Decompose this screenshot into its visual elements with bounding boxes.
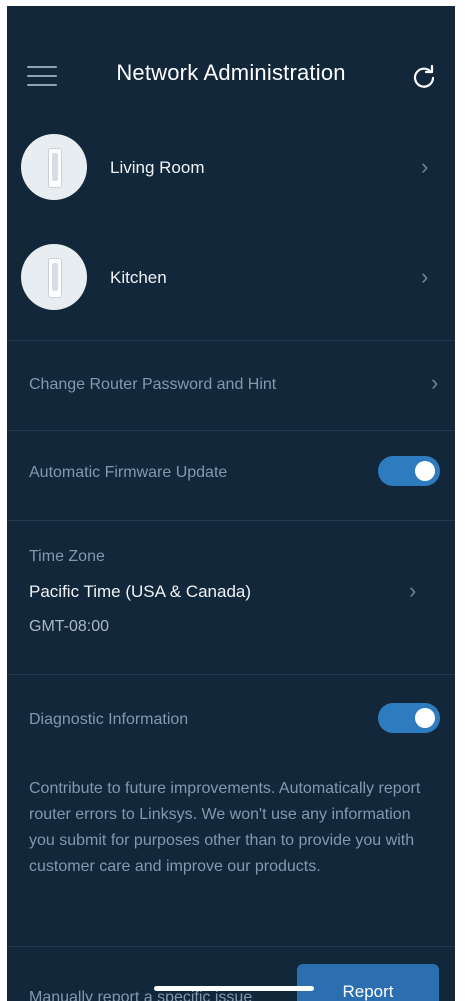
time-zone-label: Time Zone — [29, 548, 105, 565]
toggle-knob — [415, 708, 435, 728]
chevron-right-icon: › — [431, 370, 439, 395]
divider — [7, 674, 455, 675]
toggle-knob — [415, 461, 435, 481]
node-item-living-room[interactable]: Living Room › — [7, 131, 455, 211]
router-node-icon — [21, 134, 87, 200]
time-zone-value[interactable]: Pacific Time (USA & Canada) — [29, 582, 251, 602]
firmware-update-label: Automatic Firmware Update — [29, 464, 228, 481]
node-label: Living Room — [110, 158, 205, 177]
divider — [7, 946, 455, 947]
node-label: Kitchen — [110, 268, 167, 287]
divider — [7, 340, 455, 341]
diagnostic-label: Diagnostic Information — [29, 711, 189, 728]
diagnostic-description: Contribute to future improvements. Autom… — [29, 780, 421, 875]
change-password-row[interactable]: Change Router Password and Hint — [29, 376, 449, 404]
page-title: Network Administration — [116, 60, 346, 85]
report-button[interactable]: Report — [297, 964, 439, 1001]
diagnostic-toggle[interactable] — [378, 703, 440, 733]
change-password-label: Change Router Password and Hint — [29, 376, 277, 393]
time-zone-offset: GMT-08:00 — [29, 618, 110, 635]
chevron-right-icon[interactable]: › — [409, 578, 416, 604]
chevron-right-icon: › — [421, 264, 429, 289]
router-node-icon — [21, 244, 87, 310]
divider — [7, 520, 455, 521]
header: Network Administration — [7, 6, 455, 116]
chevron-right-icon: › — [421, 154, 429, 179]
node-item-kitchen[interactable]: Kitchen › — [7, 241, 455, 321]
app-screen: Network Administration Living Room › Kit… — [7, 6, 455, 1001]
divider — [7, 430, 455, 431]
firmware-update-toggle[interactable] — [378, 456, 440, 486]
home-indicator[interactable] — [154, 986, 314, 991]
refresh-icon[interactable] — [411, 64, 437, 90]
